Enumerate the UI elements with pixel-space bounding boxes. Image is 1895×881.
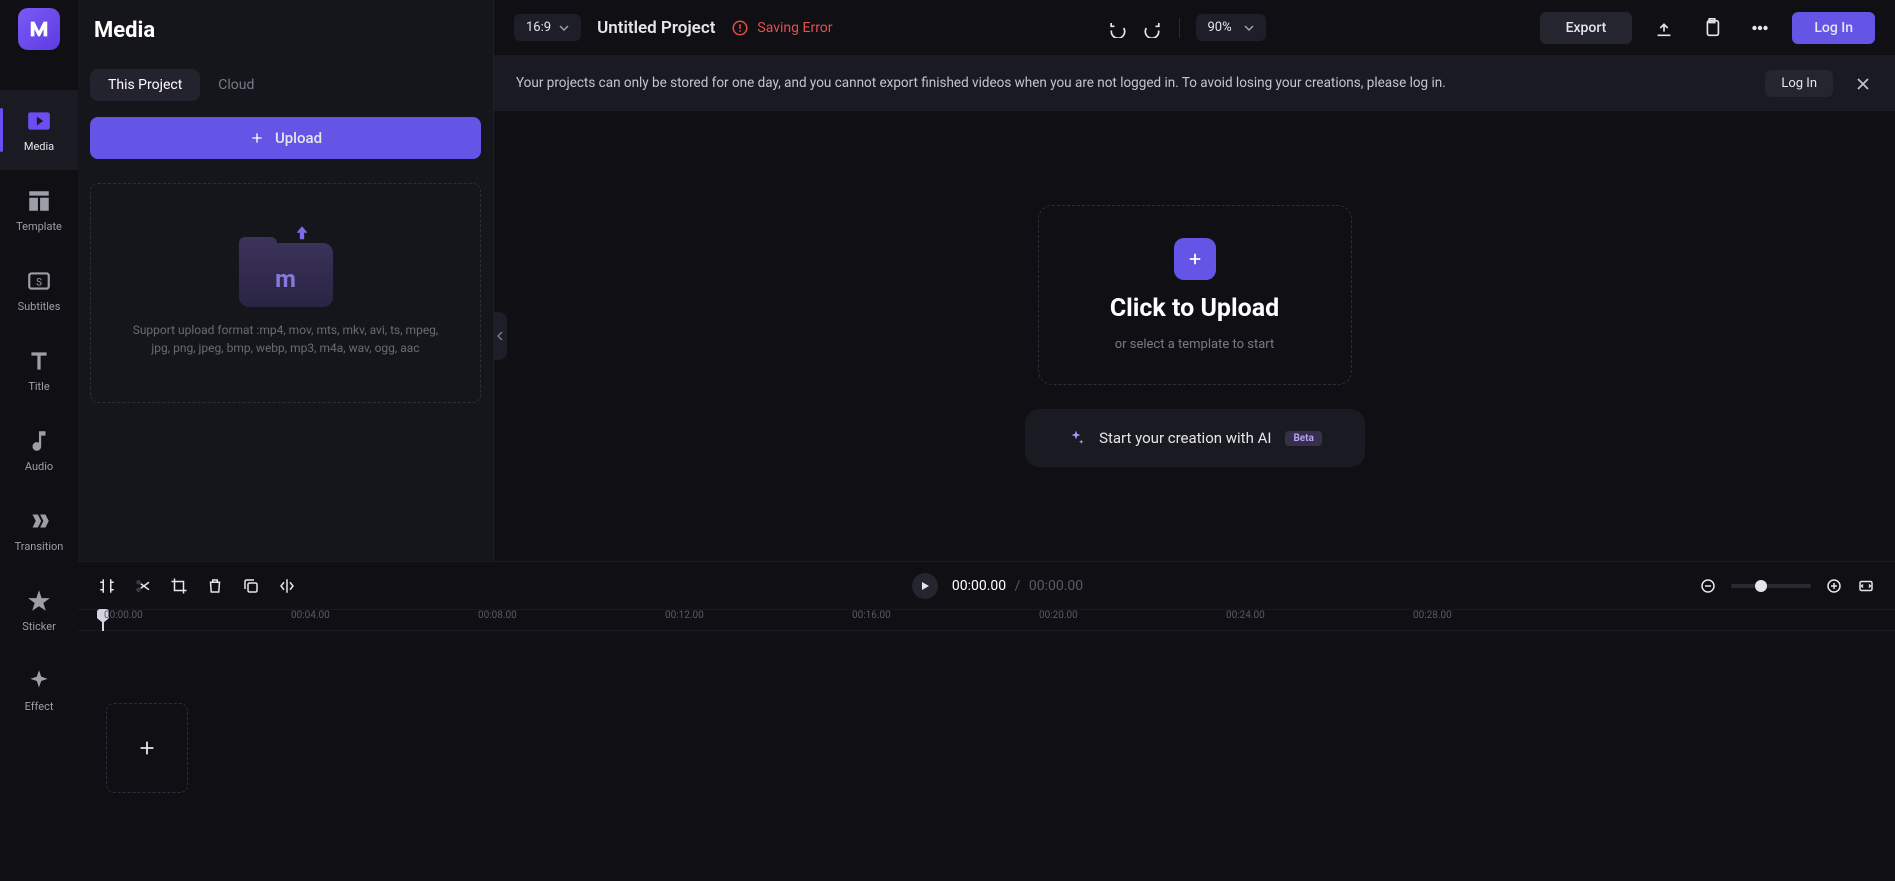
beta-badge: Beta	[1285, 431, 1321, 446]
login-button[interactable]: Log In	[1792, 12, 1875, 44]
current-time: 00:00.00	[952, 578, 1006, 594]
upload-card-subtitle: or select a template to start	[1115, 337, 1275, 352]
error-icon	[731, 19, 749, 37]
sidebar-item-label: Subtitles	[18, 300, 61, 313]
copy-button[interactable]	[242, 577, 260, 595]
clipboard-button[interactable]	[1696, 12, 1728, 44]
notice-text: Your projects can only be stored for one…	[516, 73, 1745, 93]
sidebar-item-template[interactable]: Template	[0, 170, 78, 250]
svg-text:S: S	[36, 277, 42, 288]
total-time: 00:00.00	[1029, 578, 1083, 594]
sidebar-item-label: Effect	[25, 700, 54, 713]
plus-icon	[136, 737, 158, 759]
time-display: 00:00.00 / 00:00.00	[952, 578, 1083, 594]
undo-button[interactable]	[1107, 18, 1127, 38]
sidebar-item-subtitles[interactable]: S Subtitles	[0, 250, 78, 330]
notice-login-button[interactable]: Log In	[1765, 70, 1833, 97]
upload-cloud-button[interactable]	[1648, 12, 1680, 44]
ruler-tick: 00:28.00	[1413, 610, 1452, 621]
media-panel-title: Media	[94, 18, 477, 43]
sparkle-icon	[1067, 429, 1085, 447]
sidebar-item-label: Sticker	[22, 620, 56, 633]
fit-timeline-button[interactable]	[1857, 577, 1875, 595]
ruler-tick: 00:16.00	[852, 610, 891, 621]
zoom-value: 90%	[1208, 20, 1232, 35]
plus-icon	[1174, 238, 1216, 280]
app-logo[interactable]	[18, 8, 60, 50]
upload-card-title: Click to Upload	[1110, 294, 1279, 323]
sidebar-item-media[interactable]: Media	[0, 90, 78, 170]
ruler-tick: 00:20.00	[1039, 610, 1078, 621]
upload-button-label: Upload	[275, 129, 322, 147]
sidebar-item-label: Title	[28, 380, 49, 393]
upload-button[interactable]: Upload	[90, 117, 481, 159]
ai-card-text: Start your creation with AI	[1099, 429, 1271, 447]
preview-zoom-select[interactable]: 90%	[1196, 14, 1266, 41]
chevron-left-icon	[497, 331, 503, 341]
mirror-button[interactable]	[278, 577, 296, 595]
timeline-tracks[interactable]	[78, 631, 1895, 881]
chevron-down-icon	[559, 25, 569, 31]
plus-icon	[249, 130, 265, 146]
sidebar-item-label: Template	[16, 220, 62, 233]
sidebar-item-transition[interactable]: Transition	[0, 490, 78, 570]
slider-thumb[interactable]	[1755, 580, 1767, 592]
ruler-tick: 00:04.00	[291, 610, 330, 621]
tab-cloud[interactable]: Cloud	[200, 69, 272, 101]
add-clip-button[interactable]	[106, 703, 188, 793]
ai-creation-card[interactable]: Start your creation with AI Beta	[1025, 409, 1365, 467]
sidebar-item-sticker[interactable]: Sticker	[0, 570, 78, 650]
sidebar-item-audio[interactable]: Audio	[0, 410, 78, 490]
project-name[interactable]: Untitled Project	[597, 18, 715, 38]
divider	[1179, 18, 1180, 38]
supported-formats-text: Support upload format :mp4, mov, mts, mk…	[111, 321, 460, 357]
ruler-tick: 00:12.00	[665, 610, 704, 621]
saving-status-text: Saving Error	[757, 20, 832, 36]
cut-button[interactable]	[134, 577, 152, 595]
panel-collapse-handle[interactable]	[493, 312, 507, 360]
aspect-ratio-select[interactable]: 16:9	[514, 14, 581, 41]
time-separator: /	[1015, 578, 1021, 594]
sidebar-item-label: Media	[24, 140, 54, 153]
timeline-zoom-slider[interactable]	[1731, 584, 1811, 588]
sidebar-item-label: Audio	[25, 460, 53, 473]
login-notice-bar: Your projects can only be stored for one…	[494, 56, 1895, 111]
sidebar-item-effect[interactable]: Effect	[0, 650, 78, 730]
redo-button[interactable]	[1143, 18, 1163, 38]
upload-dropzone[interactable]: m Support upload format :mp4, mov, mts, …	[90, 183, 481, 403]
timeline-ruler[interactable]: 00:00.00 00:04.00 00:08.00 00:12.00 00:16.00…	[78, 609, 1895, 631]
more-menu-button[interactable]	[1744, 12, 1776, 44]
play-button[interactable]	[912, 573, 938, 599]
aspect-ratio-value: 16:9	[526, 20, 551, 35]
crop-button[interactable]	[170, 577, 188, 595]
click-to-upload-card[interactable]: Click to Upload or select a template to …	[1038, 205, 1352, 385]
ruler-tick: 00:00.00	[104, 610, 143, 621]
zoom-out-button[interactable]	[1699, 577, 1717, 595]
sidebar-item-title[interactable]: Title	[0, 330, 78, 410]
ruler-tick: 00:24.00	[1226, 610, 1265, 621]
saving-status: Saving Error	[731, 19, 832, 37]
folder-upload-icon: m	[239, 229, 333, 307]
play-icon	[920, 581, 930, 591]
ruler-tick: 00:08.00	[478, 610, 517, 621]
delete-button[interactable]	[206, 577, 224, 595]
split-clip-button[interactable]	[98, 577, 116, 595]
tab-this-project[interactable]: This Project	[90, 69, 200, 101]
zoom-in-button[interactable]	[1825, 577, 1843, 595]
chevron-down-icon	[1244, 25, 1254, 31]
sidebar-item-label: Transition	[15, 540, 64, 553]
export-button[interactable]: Export	[1540, 12, 1633, 44]
close-icon[interactable]	[1853, 74, 1873, 94]
